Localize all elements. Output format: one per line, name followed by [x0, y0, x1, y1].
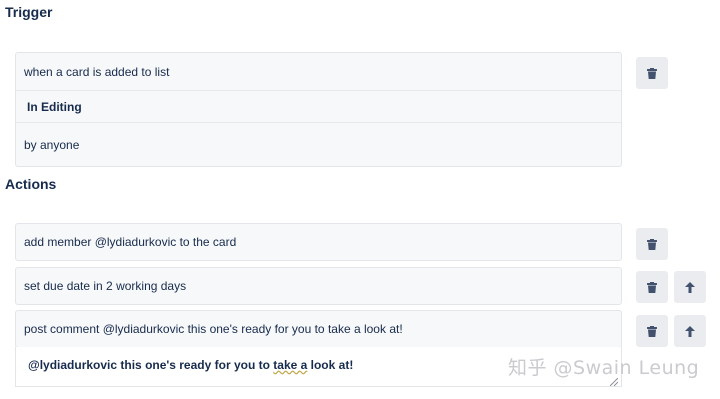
actions-heading: Actions — [5, 176, 57, 192]
action-item[interactable]: post comment @lydiadurkovic this one's r… — [15, 310, 622, 348]
arrow-up-icon — [685, 281, 695, 293]
watermark: 知乎 @Swain Leung — [508, 357, 700, 379]
list-name[interactable]: In Editing — [27, 100, 82, 114]
action-item[interactable]: set due date in 2 working days — [15, 267, 622, 305]
delete-action-button[interactable] — [636, 271, 668, 303]
trigger-list-row: In Editing — [16, 90, 621, 122]
trash-icon — [647, 238, 657, 250]
arrow-up-icon — [685, 325, 695, 337]
comment-text-end: look at! — [307, 358, 354, 372]
delete-action-button[interactable] — [636, 228, 668, 260]
trigger-heading: Trigger — [5, 4, 53, 20]
trash-icon — [647, 281, 657, 293]
action-text: set due date in 2 working days — [24, 279, 187, 293]
action-item[interactable]: add member @lydiadurkovic to the card — [15, 223, 622, 261]
comment-mention: @lydiadurkovic — [28, 358, 118, 372]
delete-action-button[interactable] — [636, 315, 668, 347]
comment-text: this one's ready for you to — [117, 358, 274, 372]
trigger-card[interactable]: when a card is added to list In Editing … — [15, 52, 622, 167]
trash-icon — [647, 325, 657, 337]
trigger-actor: by anyone — [16, 122, 621, 166]
spellcheck-word: take a — [273, 358, 308, 372]
move-up-button[interactable] — [674, 271, 706, 303]
trash-icon — [647, 67, 657, 79]
action-text: add member @lydiadurkovic to the card — [24, 235, 237, 249]
action-text: post comment @lydiadurkovic this one's r… — [24, 322, 403, 336]
move-up-button[interactable] — [674, 315, 706, 347]
trigger-condition: when a card is added to list — [24, 64, 170, 79]
delete-trigger-button[interactable] — [636, 57, 668, 89]
